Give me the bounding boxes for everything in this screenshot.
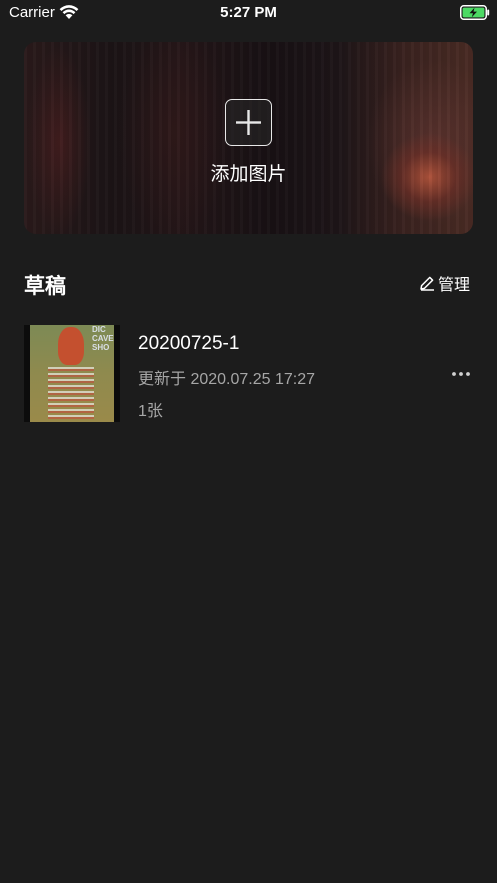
thumbnail-figure <box>58 327 84 365</box>
draft-list-item[interactable]: DIC CAVE SHO 20200725-1 更新于 2020.07.25 1… <box>24 325 473 423</box>
pencil-icon <box>420 276 434 291</box>
battery-charging-icon <box>460 5 490 20</box>
plus-icon <box>236 110 261 135</box>
clock: 5:27 PM <box>220 4 277 21</box>
draft-image-count: 1张 <box>138 403 163 420</box>
manage-button[interactable]: 管理 <box>419 272 470 294</box>
draft-name: 20200725-1 <box>138 333 240 354</box>
thumbnail-pattern <box>48 367 94 421</box>
add-image-banner[interactable]: 添加图片 <box>24 42 473 234</box>
add-image-label: 添加图片 <box>210 164 287 185</box>
draft-updated-time: 更新于 2020.07.25 17:27 <box>138 371 316 388</box>
add-image-button[interactable] <box>225 99 272 146</box>
more-options-icon[interactable] <box>449 365 473 383</box>
drafts-heading: 草稿 <box>24 275 66 298</box>
draft-thumbnail: DIC CAVE SHO <box>24 325 120 422</box>
thumbnail-image: DIC CAVE SHO <box>30 325 114 422</box>
manage-label: 管理 <box>438 277 471 294</box>
status-bar: Carrier 5:27 PM <box>0 0 497 26</box>
thumbnail-text: DIC CAVE SHO <box>92 325 114 352</box>
